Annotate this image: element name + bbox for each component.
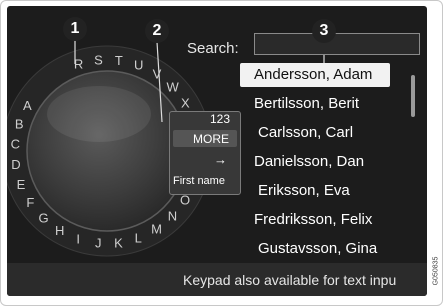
contact-row[interactable]: Fredriksson, Felix xyxy=(244,208,404,232)
search-label: Search: xyxy=(187,40,239,57)
wheel-letter[interactable]: F xyxy=(26,195,34,210)
image-code-text: G050835 xyxy=(432,256,440,286)
contact-name: Danielsson, Dan xyxy=(254,153,365,170)
wheel-letter[interactable]: C xyxy=(11,137,20,152)
wheel-letter[interactable]: B xyxy=(15,117,24,132)
wheel-letter[interactable]: A xyxy=(23,98,32,113)
contact-name: Eriksson, Eva xyxy=(258,182,350,199)
arrow-icon[interactable]: → xyxy=(214,152,227,167)
wheel-letter[interactable]: W xyxy=(167,80,180,95)
numbers-option[interactable] xyxy=(169,111,241,127)
more-option-label: MORE xyxy=(193,132,229,146)
contact-name: Gustavsson, Gina xyxy=(258,240,378,257)
wheel-letter[interactable]: J xyxy=(95,236,102,251)
figure-frame: RSTUVWXYZQPONMLKJIHGFEDCBA 123 MORE → Fi… xyxy=(0,0,443,306)
contact-row[interactable]: Danielsson, Dan xyxy=(244,150,404,174)
contact-name: Carlsson, Carl xyxy=(258,124,354,141)
wheel-letter[interactable]: M xyxy=(151,222,162,237)
contact-row[interactable]: Carlsson, Carl xyxy=(244,121,404,145)
wheel-letter[interactable]: N xyxy=(168,209,177,224)
wheel-letter[interactable]: S xyxy=(94,52,103,67)
callout-2: 2 xyxy=(145,19,169,43)
first-name-option[interactable]: First name xyxy=(173,175,225,187)
wheel-letter[interactable]: L xyxy=(135,231,142,246)
contact-name: Fredriksson, Felix xyxy=(254,211,373,228)
contact-row[interactable]: Andersson, Adam xyxy=(240,63,390,87)
wheel-letter[interactable]: T xyxy=(115,53,123,68)
infotainment-screen: RSTUVWXYZQPONMLKJIHGFEDCBA 123 MORE → Fi… xyxy=(7,6,427,296)
wheel-letter[interactable]: X xyxy=(181,96,190,111)
contact-name: Bertilsson, Berit xyxy=(254,95,360,112)
dial-shine xyxy=(47,86,151,142)
contact-name: Andersson, Adam xyxy=(254,66,373,83)
contact-row[interactable]: Gustavsson, Gina xyxy=(244,237,404,261)
wheel-letter[interactable]: G xyxy=(38,211,48,226)
contact-list[interactable]: Andersson, Adam Bertilsson, Berit Carlsson… xyxy=(240,63,404,273)
contact-row[interactable]: Eriksson, Eva xyxy=(244,179,404,203)
wheel-letter[interactable]: K xyxy=(114,235,123,250)
wheel-letter[interactable]: I xyxy=(76,231,80,246)
search-input[interactable] xyxy=(254,33,420,55)
wheel-letter[interactable]: V xyxy=(153,67,162,82)
numbers-option-label: 123 xyxy=(210,112,231,126)
image-code: G050835 xyxy=(429,251,443,291)
wheel-letter[interactable]: H xyxy=(55,223,64,238)
contact-row[interactable]: Bertilsson, Berit xyxy=(244,92,404,116)
wheel-letter[interactable]: D xyxy=(11,157,20,172)
wheel-letter[interactable]: U xyxy=(134,58,143,73)
callout-3: 3 xyxy=(312,19,336,43)
list-scrollbar[interactable] xyxy=(411,75,415,117)
callout-1: 1 xyxy=(63,17,87,41)
keypad-hint: Keypad also available for text inpu xyxy=(183,272,397,288)
wheel-letter[interactable]: E xyxy=(17,177,26,192)
